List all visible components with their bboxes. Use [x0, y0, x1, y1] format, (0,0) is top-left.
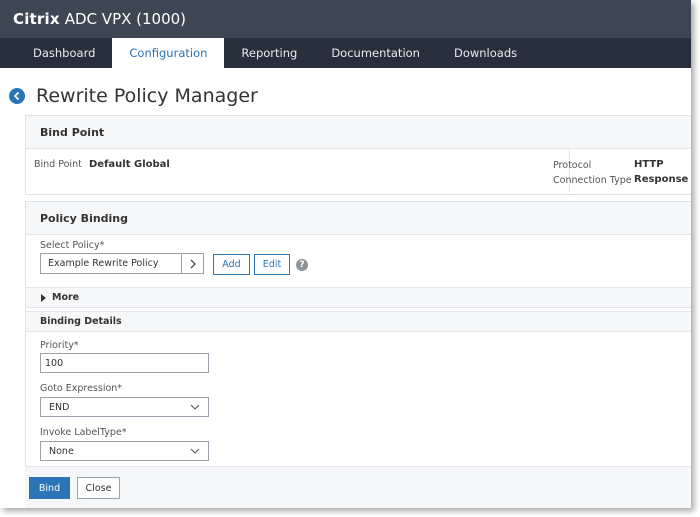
- goto-expression-select[interactable]: END: [40, 397, 209, 417]
- product-name: ADC VPX (1000): [64, 10, 187, 28]
- bind-button[interactable]: Bind: [29, 477, 70, 499]
- binding-details-heading: Binding Details: [26, 311, 691, 332]
- connection-type-label: Connection Type: [553, 175, 632, 186]
- select-policy-label: Select Policy*: [40, 240, 105, 251]
- select-policy-field[interactable]: Example Rewrite Policy: [40, 253, 182, 274]
- divider: [569, 149, 570, 193]
- protocol-label: Protocol: [553, 160, 592, 171]
- invoke-labeltype-label: Invoke LabelType*: [40, 427, 127, 438]
- main-nav: Dashboard Configuration Reporting Docume…: [0, 38, 691, 68]
- chevron-right-icon: [190, 259, 196, 268]
- chevron-down-icon: [190, 448, 200, 454]
- add-policy-button[interactable]: Add: [213, 254, 250, 275]
- select-policy-picker-button[interactable]: [181, 253, 204, 274]
- policy-binding-panel: Policy Binding Select Policy* Example Re…: [25, 201, 691, 468]
- goto-expression-value: END: [49, 401, 70, 413]
- tab-documentation[interactable]: Documentation: [314, 38, 437, 68]
- tab-downloads[interactable]: Downloads: [437, 38, 534, 68]
- app-window: Citrix ADC VPX (1000) Dashboard Configur…: [0, 0, 691, 508]
- caret-right-icon: [41, 293, 46, 302]
- invoke-labeltype-value: None: [49, 445, 74, 457]
- connection-type-value: Response: [634, 174, 689, 185]
- edit-policy-button[interactable]: Edit: [254, 254, 290, 275]
- priority-input[interactable]: 100: [40, 353, 209, 373]
- bind-point-label: Bind Point: [34, 159, 82, 170]
- goto-expression-label: Goto Expression*: [40, 383, 123, 394]
- brand-logo: Citrix: [13, 10, 60, 28]
- tab-dashboard[interactable]: Dashboard: [16, 38, 112, 68]
- bind-point-value: Default Global: [89, 159, 170, 170]
- select-policy-value: Example Rewrite Policy: [48, 258, 159, 269]
- back-arrow-icon[interactable]: [9, 88, 25, 104]
- page-title: Rewrite Policy Manager: [36, 85, 258, 107]
- tab-reporting[interactable]: Reporting: [224, 38, 314, 68]
- binding-details-label: Binding Details: [40, 316, 122, 327]
- bind-point-panel: Bind Point Bind Point Default Global Pro…: [25, 115, 691, 195]
- footer-bar: Bind Close: [25, 466, 691, 508]
- more-toggle[interactable]: More: [26, 287, 691, 308]
- priority-label: Priority*: [40, 340, 79, 351]
- top-bar: Citrix ADC VPX (1000): [0, 0, 691, 38]
- help-icon[interactable]: ?: [296, 259, 308, 271]
- more-label: More: [52, 292, 80, 303]
- protocol-value: HTTP: [634, 159, 664, 170]
- policy-binding-heading: Policy Binding: [26, 202, 691, 235]
- tab-configuration[interactable]: Configuration: [112, 38, 225, 68]
- bind-point-heading: Bind Point: [26, 116, 691, 149]
- close-button[interactable]: Close: [77, 477, 120, 499]
- invoke-labeltype-select[interactable]: None: [40, 441, 209, 461]
- chevron-down-icon: [190, 404, 200, 410]
